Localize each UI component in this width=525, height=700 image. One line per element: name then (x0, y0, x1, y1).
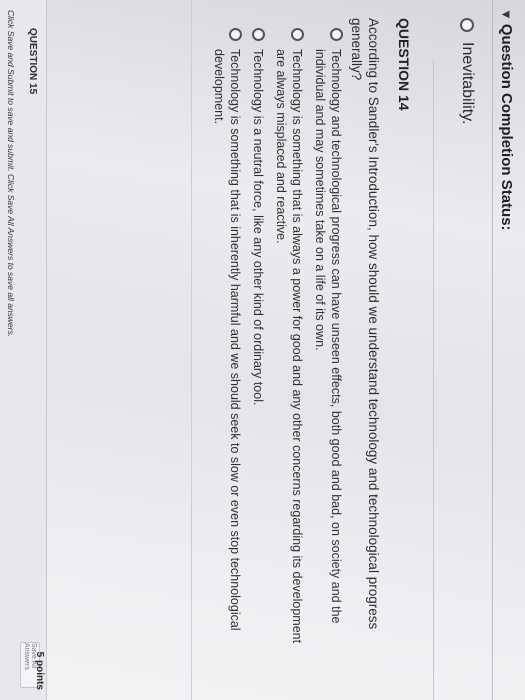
question-card: Inevitability. QUESTION 14 According to … (52, 0, 493, 700)
previous-answer-option[interactable]: Inevitability. (458, 18, 476, 124)
completion-status-bar[interactable]: ▼ Question Completion Status: (489, 0, 525, 700)
question-14-text: According to Sandler's Introduction, how… (349, 18, 381, 630)
answer-label: Technology is something that is inherent… (212, 49, 242, 631)
answer-option-2[interactable]: Technology is something that is always a… (273, 28, 305, 660)
radio-button[interactable] (229, 28, 242, 41)
answer-option-3[interactable]: Technology is a neutral force, like any … (250, 28, 266, 660)
footer-instructions: Click Save and Submit to save and submit… (6, 10, 16, 338)
radio-button[interactable] (330, 28, 343, 41)
question-15: QUESTION 15 Click Save and Submit to sav… (0, 0, 47, 700)
question-points: 5 points (34, 651, 45, 690)
divider (433, 60, 434, 700)
question-14: QUESTION 14 According to Sandler's Intro… (204, 18, 412, 660)
answer-list: Technology and technological progress ca… (211, 28, 344, 660)
answer-option-1[interactable]: Technology and technological progress ca… (312, 28, 344, 660)
question-15-title: QUESTION 15 (27, 28, 38, 95)
answer-label: Technology is something that is always a… (274, 49, 304, 644)
rotated-page: ▼ Question Completion Status: Inevitabil… (0, 0, 525, 700)
answer-label: Technology and technological progress ca… (313, 49, 343, 624)
question-14-title: QUESTION 14 (396, 18, 412, 111)
radio-button[interactable] (460, 18, 474, 32)
previous-answer-label: Inevitability. (459, 42, 476, 125)
answer-label: Technology is a neutral force, like any … (251, 49, 265, 406)
radio-button[interactable] (252, 28, 265, 41)
radio-button[interactable] (291, 28, 304, 41)
completion-status-title: Question Completion Status: (498, 23, 516, 231)
collapse-arrow-icon[interactable]: ▼ (500, 8, 515, 21)
divider (191, 0, 192, 700)
answer-option-4[interactable]: Technology is something that is inherent… (211, 28, 243, 660)
